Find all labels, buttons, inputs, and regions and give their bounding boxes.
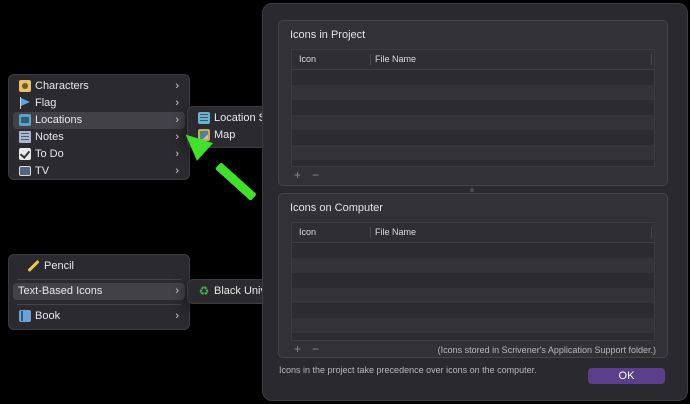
table-row — [292, 100, 654, 115]
icon-category-menu: Characters › Flag › Locations › Notes › … — [8, 74, 190, 180]
book-icon — [19, 310, 31, 322]
table-row — [292, 115, 654, 130]
column-header-icon[interactable]: Icon — [299, 223, 316, 242]
table-row — [292, 303, 654, 318]
table-header: Icon File Name — [292, 223, 654, 243]
chevron-right-icon: › — [175, 148, 179, 160]
table-row — [292, 130, 654, 145]
menu-separator — [17, 279, 181, 280]
icons-in-project-group: Icons in Project Icon File Name + − — [278, 20, 668, 186]
group-title: Icons in Project — [290, 29, 366, 41]
location-sheet-icon — [198, 112, 210, 124]
menu-item-tv[interactable]: TV › — [13, 163, 185, 180]
column-header-file-name[interactable]: File Name — [375, 223, 416, 242]
remove-icon-button[interactable]: − — [312, 342, 319, 356]
chevron-right-icon: › — [175, 97, 179, 109]
remove-icon-button[interactable]: − — [312, 168, 319, 182]
table-row — [292, 243, 654, 258]
annotation-arrow-shaft — [214, 162, 257, 201]
menu-item-text-based-icons[interactable]: Text-Based Icons › — [13, 283, 185, 300]
icons-on-computer-group: Icons on Computer Icon File Name + − (Ic… — [278, 193, 668, 358]
menu-item-book[interactable]: Book › — [13, 308, 185, 325]
menu-item-pencil[interactable]: Pencil — [13, 258, 185, 275]
add-icon-button[interactable]: + — [294, 168, 301, 182]
chevron-right-icon: › — [175, 114, 179, 126]
table-row — [292, 258, 654, 273]
tv-icon — [19, 166, 31, 176]
ok-button[interactable]: OK — [588, 368, 665, 384]
table-row — [292, 85, 654, 100]
project-icons-table[interactable]: Icon File Name — [291, 49, 655, 167]
chevron-right-icon: › — [175, 80, 179, 92]
table-header: Icon File Name — [292, 50, 654, 70]
character-sheet-icon — [19, 80, 31, 92]
split-view-handle[interactable] — [470, 188, 474, 192]
menu-item-locations[interactable]: Locations › — [13, 112, 185, 129]
icon-manager-dialog: Icons in Project Icon File Name + − Icon… — [262, 3, 688, 401]
menu-item-to-do[interactable]: To Do › — [13, 146, 185, 163]
add-icon-button[interactable]: + — [294, 342, 301, 356]
pencil-icon — [27, 260, 39, 272]
chevron-right-icon: › — [175, 165, 179, 177]
location-icon — [19, 114, 31, 126]
chevron-right-icon: › — [175, 310, 179, 322]
icon-submenu-lower: Pencil Text-Based Icons › Book › — [8, 254, 190, 330]
table-row — [292, 70, 654, 85]
chevron-right-icon: › — [175, 285, 179, 297]
menu-item-flag[interactable]: Flag › — [13, 95, 185, 112]
menu-separator — [17, 304, 181, 305]
table-row — [292, 145, 654, 160]
column-header-file-name[interactable]: File Name — [375, 50, 416, 69]
computer-icons-table[interactable]: Icon File Name — [291, 222, 655, 341]
column-header-icon[interactable]: Icon — [299, 50, 316, 69]
flag-icon — [19, 97, 31, 109]
checkbox-icon — [19, 148, 31, 160]
menu-item-notes[interactable]: Notes › — [13, 129, 185, 146]
menu-item-characters[interactable]: Characters › — [13, 78, 185, 95]
table-row — [292, 273, 654, 288]
application-support-note: (Icons stored in Scrivener's Application… — [437, 345, 656, 355]
notes-icon — [19, 131, 31, 143]
table-row — [292, 288, 654, 303]
recycling-symbol-icon: ♻ — [198, 284, 210, 298]
group-title: Icons on Computer — [290, 202, 383, 214]
precedence-note: Icons in the project take precedence ove… — [279, 365, 537, 375]
table-row — [292, 318, 654, 333]
